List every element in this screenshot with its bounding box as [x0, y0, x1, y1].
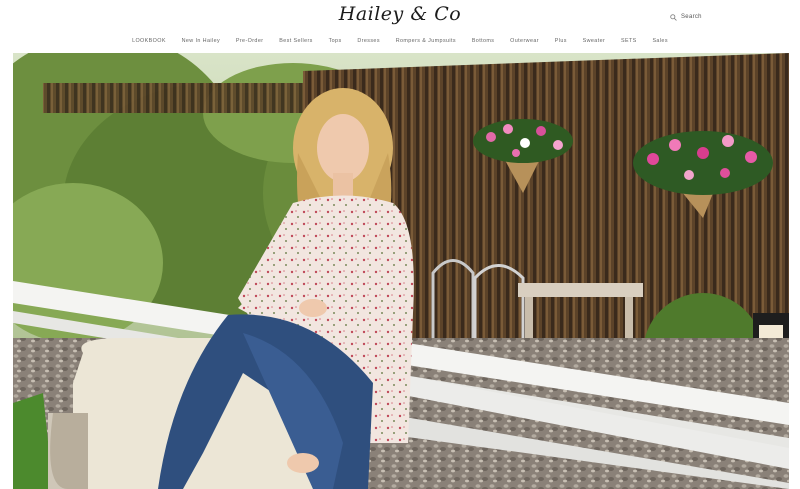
nav-item-new-in[interactable]: New In Hailey — [174, 38, 228, 44]
main-nav: LOOKBOOK New In Hailey Pre-Order Best Se… — [0, 36, 800, 46]
search-button[interactable]: Search — [670, 11, 702, 23]
nav-item-sets[interactable]: SETS — [613, 38, 644, 44]
nav-item-pre-order[interactable]: Pre-Order — [228, 38, 271, 44]
site-header: Hailey & Co Search LOOKBOOK New In Haile… — [0, 0, 800, 52]
nav-item-bottoms[interactable]: Bottoms — [464, 38, 502, 44]
hero-image — [13, 53, 789, 489]
nav-item-sales[interactable]: Sales — [645, 38, 676, 44]
nav-item-plus[interactable]: Plus — [547, 38, 575, 44]
hero-banner[interactable] — [13, 53, 789, 489]
nav-item-rompers-jumpsuits[interactable]: Rompers & Jumpsuits — [388, 38, 464, 44]
search-label: Search — [681, 14, 702, 20]
nav-item-best-sellers[interactable]: Best Sellers — [271, 38, 320, 44]
search-icon — [670, 13, 677, 21]
nav-item-outerwear[interactable]: Outerwear — [502, 38, 547, 44]
nav-item-tops[interactable]: Tops — [321, 38, 350, 44]
nav-item-sweater[interactable]: Sweater — [575, 38, 613, 44]
nav-item-lookbook[interactable]: LOOKBOOK — [124, 38, 174, 44]
nav-item-dresses[interactable]: Dresses — [349, 38, 387, 44]
